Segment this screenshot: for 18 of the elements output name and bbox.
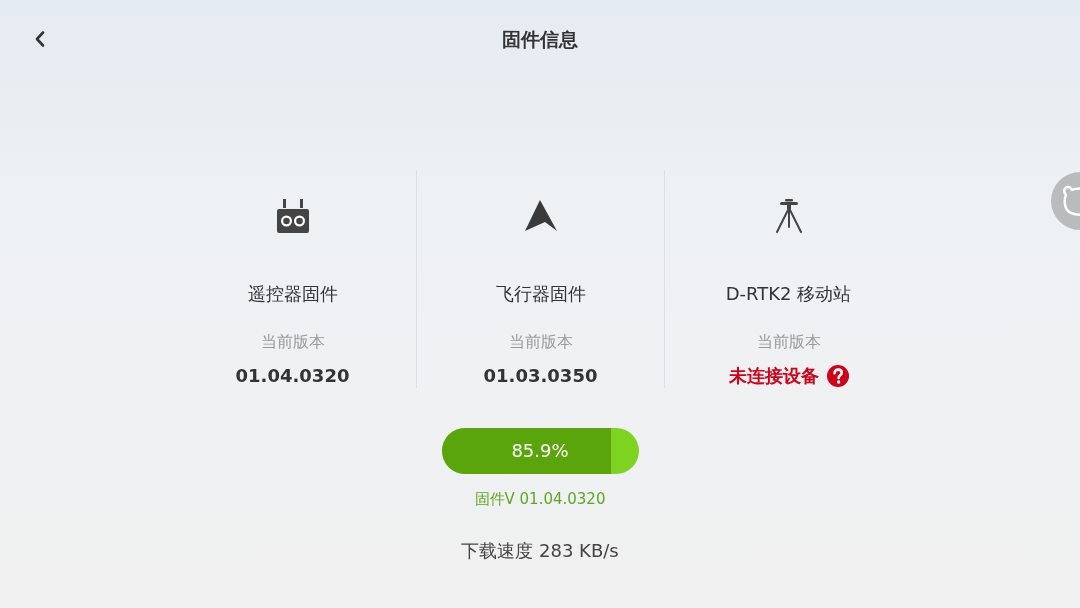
module-name: 飞行器固件 — [495, 282, 586, 306]
download-speed: 下载速度 283 KB/s — [461, 539, 619, 563]
remote-controller-icon — [276, 199, 309, 233]
version-label: 当前版本 — [756, 331, 821, 353]
tripod-icon — [775, 199, 802, 233]
help-icon[interactable] — [826, 365, 849, 387]
module-name: D-RTK2 移动站 — [725, 282, 852, 306]
navigation-arrow-icon — [524, 200, 557, 232]
version-number: 01.04.0320 — [235, 364, 350, 388]
version-number: 01.03.0350 — [483, 364, 598, 388]
firmware-version: 固件V 01.04.0320 — [474, 489, 606, 509]
disconnected-status: 未连接设备 — [728, 364, 819, 388]
progress-percentage: 85.9% — [511, 440, 569, 462]
module-name: 遥控器固件 — [247, 282, 338, 306]
version-label: 当前版本 — [508, 331, 573, 353]
version-label: 当前版本 — [260, 331, 325, 353]
back-chevron-icon — [35, 31, 45, 47]
page-title: 固件信息 — [502, 27, 578, 51]
